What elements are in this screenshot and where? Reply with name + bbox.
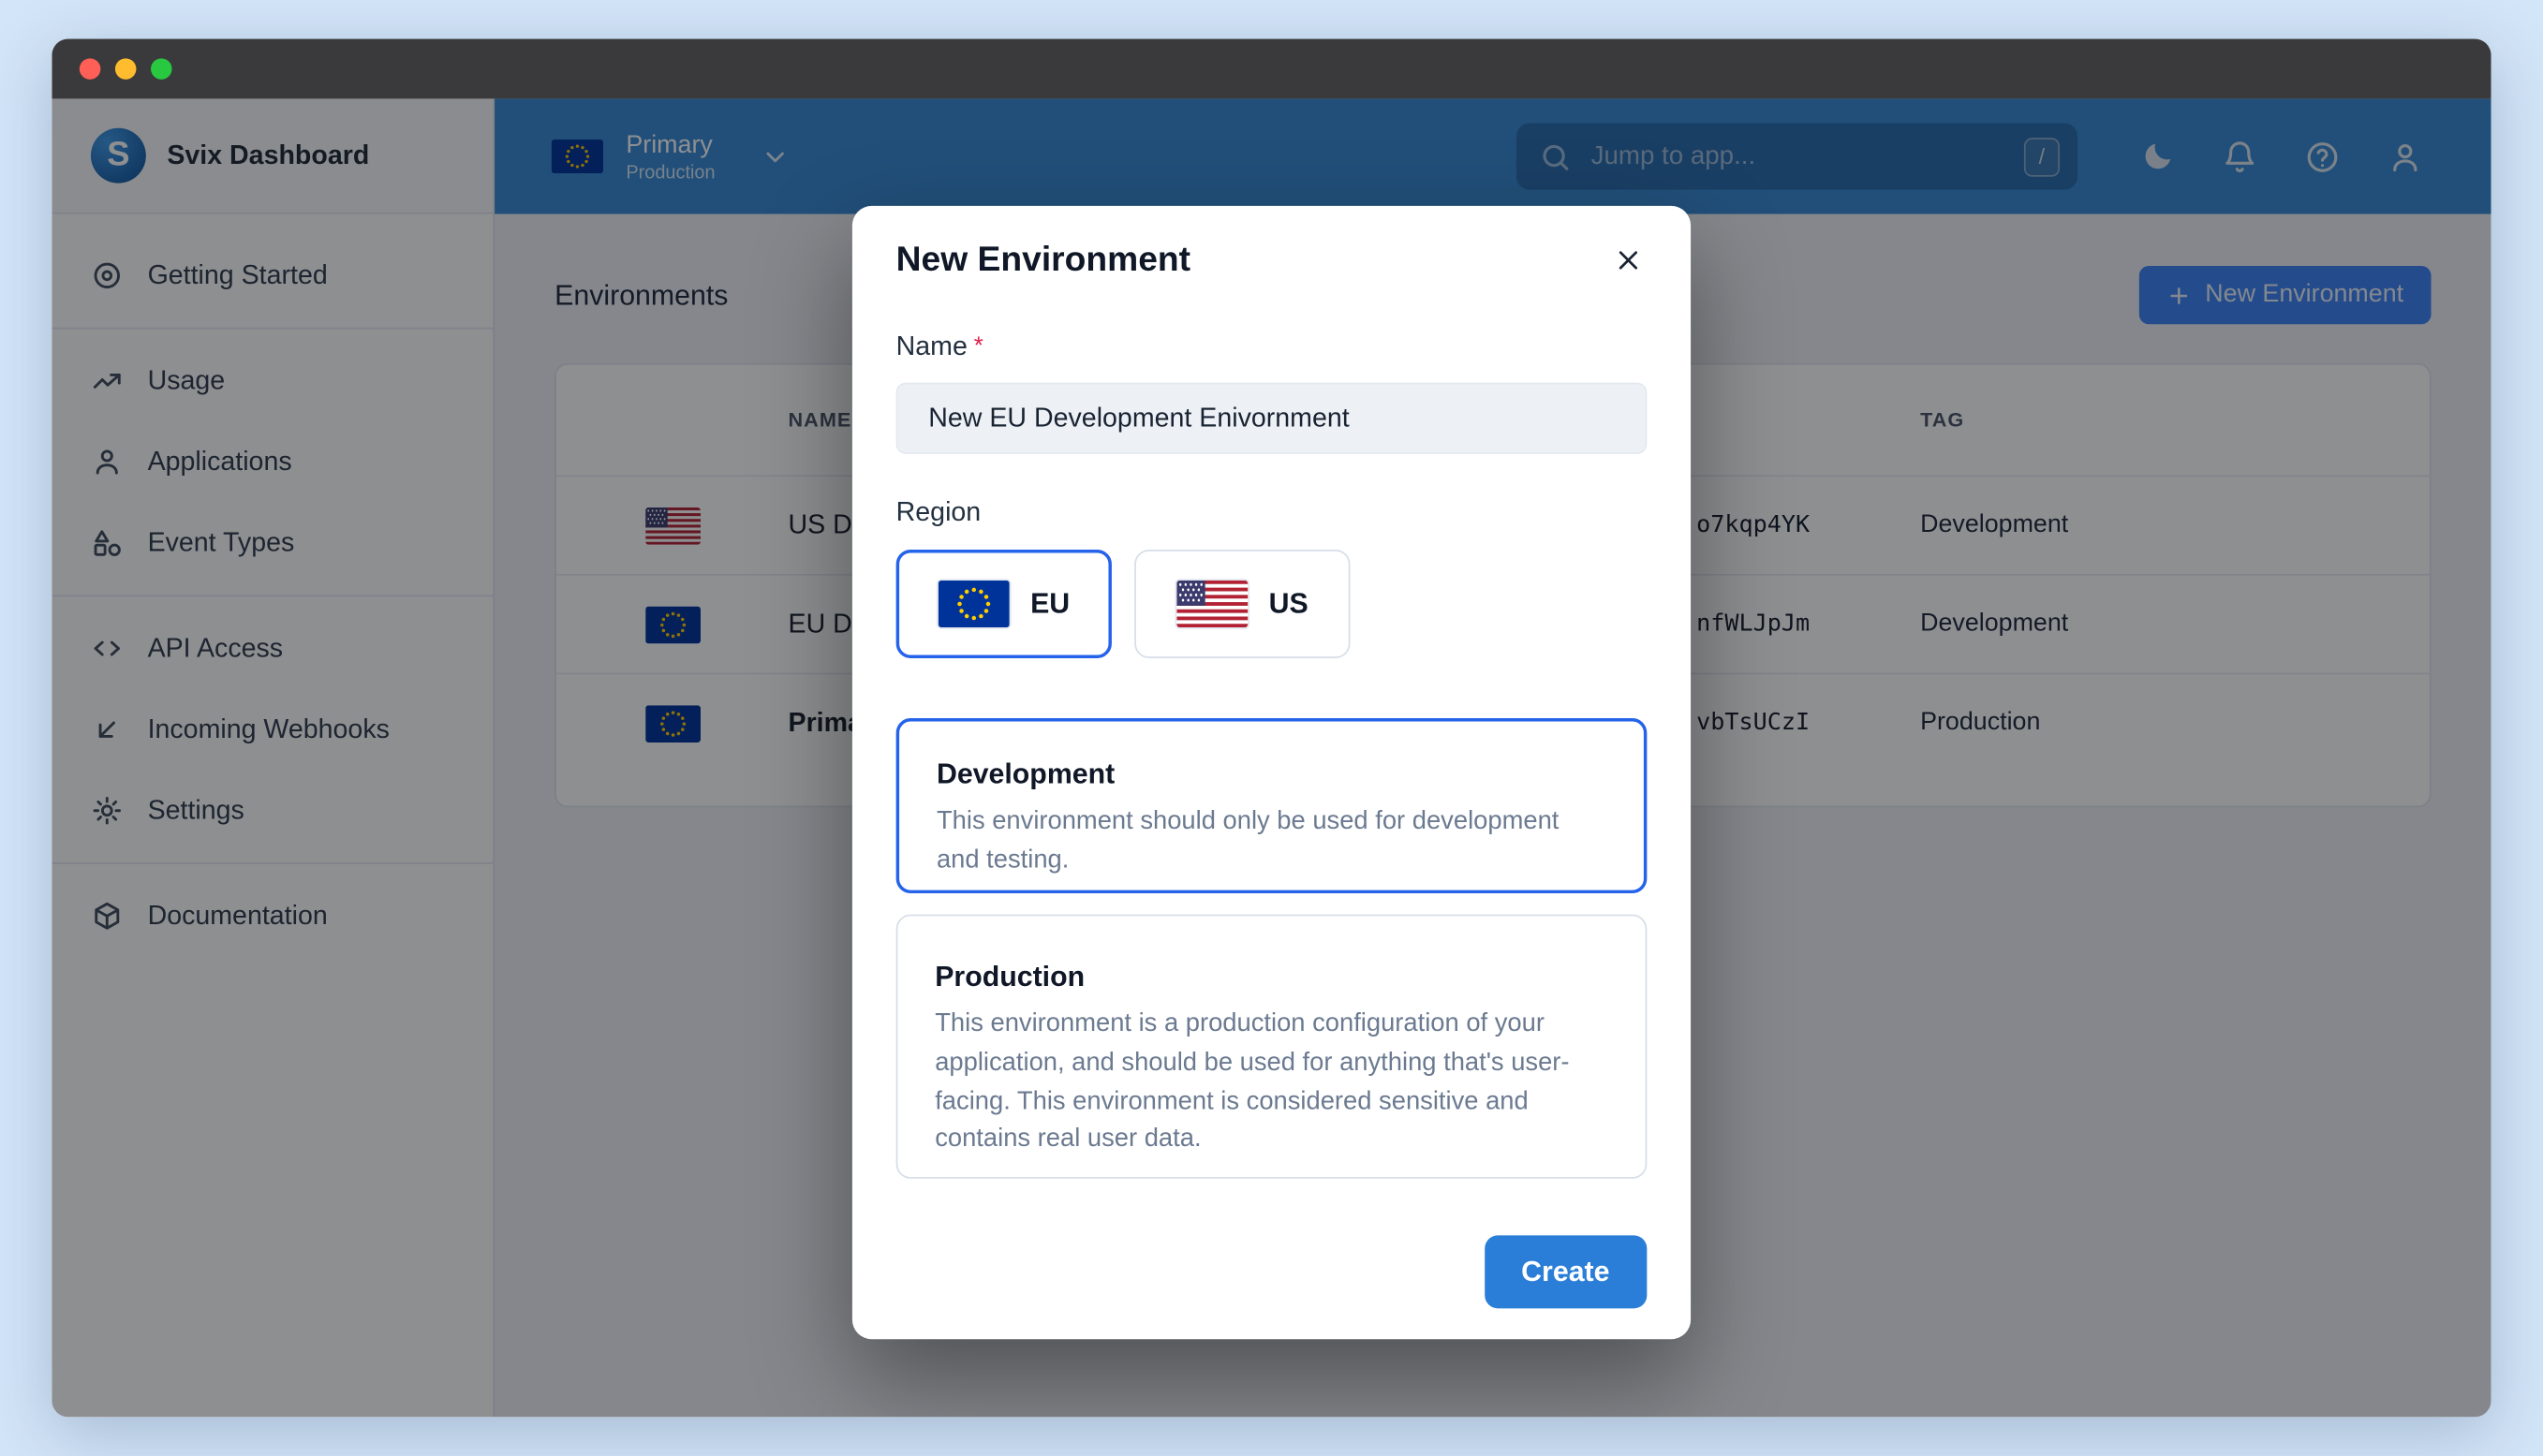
us-flag-icon [1175,579,1249,629]
env-type-title: Development [936,757,1116,790]
name-label-text: Name [895,331,968,362]
environment-name-input[interactable] [895,382,1648,454]
region-option-us[interactable]: US [1134,549,1351,658]
name-field-label: Name * [896,332,1648,363]
zoom-window-button[interactable] [151,58,172,80]
region-field-label: Region [895,497,982,527]
env-type-title: Production [935,960,1086,993]
create-button[interactable]: Create [1484,1235,1648,1309]
app-window: S Svix Dashboard Getting Started Usage A… [52,38,2491,1418]
env-type-option-production[interactable]: Production This environment is a product… [895,914,1648,1179]
window-titlebar [52,38,2491,99]
region-options: EU US [895,549,1648,658]
minimize-window-button[interactable] [114,58,137,80]
eu-flag-icon [936,579,1012,629]
required-asterisk: * [973,331,983,360]
env-type-description: This environment is a production configu… [935,1009,1570,1154]
region-option-label: EU [1030,586,1071,620]
close-icon [1619,251,1638,270]
new-environment-modal: New Environment Name* Region EU [851,205,1692,1340]
modal-title: New Environment [895,240,1191,279]
desktop-background: S Svix Dashboard Getting Started Usage A… [0,0,2543,1456]
region-option-eu[interactable]: EU [895,549,1112,658]
env-type-description: This environment should only be used for… [936,807,1560,875]
modal-close-button[interactable] [1610,242,1648,279]
app-body: S Svix Dashboard Getting Started Usage A… [52,98,2491,1418]
close-window-button[interactable] [79,58,101,80]
region-option-label: US [1268,586,1308,620]
env-type-option-development[interactable]: Development This environment should only… [895,718,1648,894]
modal-header: New Environment [896,240,1648,280]
